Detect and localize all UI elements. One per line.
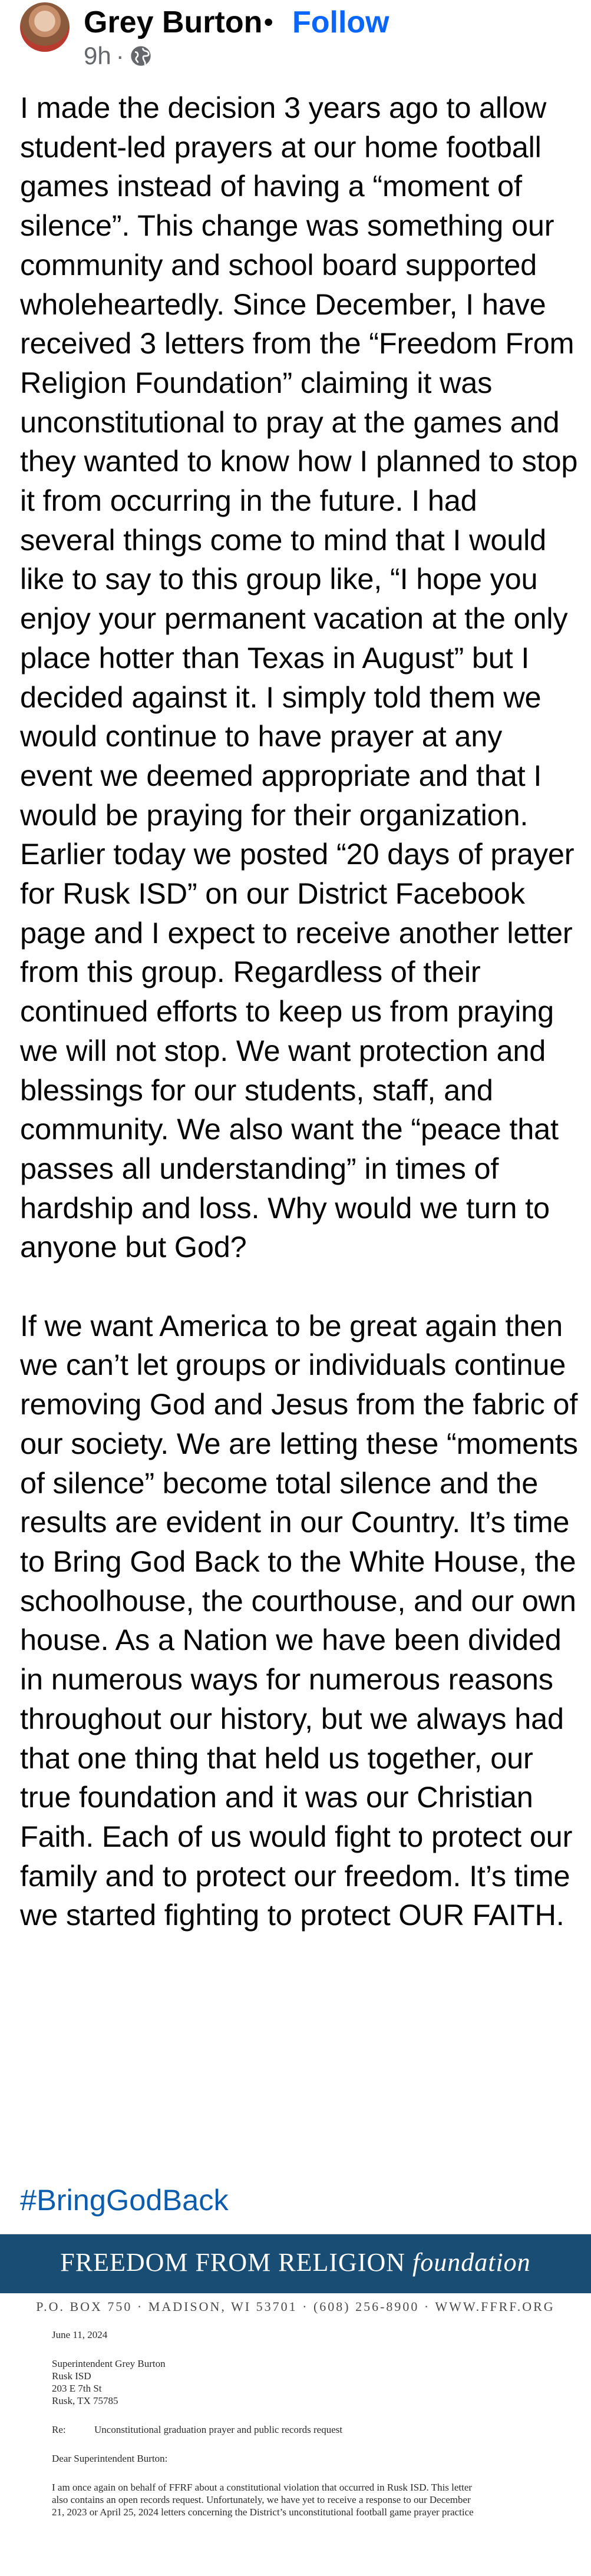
letter-subject: Re: Unconstitutional graduation prayer a… [52, 2423, 570, 2436]
post-text: I made the decision 3 years ago to allow… [20, 88, 580, 1935]
author-name[interactable]: Grey Burton [84, 1, 262, 44]
follow-button[interactable]: Follow [292, 1, 389, 44]
recipient-line: Rusk, TX 75785 [52, 2395, 118, 2406]
recipient-line: 203 E 7th St [52, 2383, 102, 2394]
re-subject: Unconstitutional graduation prayer and p… [94, 2424, 343, 2435]
org-name-italic: foundation [412, 2248, 531, 2277]
globe-icon[interactable] [129, 44, 153, 68]
letter-line: also contains an open records request. U… [52, 2494, 471, 2505]
post-header: Grey Burton • Follow 9h · [0, 0, 591, 88]
post-timestamp[interactable]: 9h [84, 42, 111, 70]
letter-recipient: Superintendent Grey Burton Rusk ISD 203 … [52, 2357, 570, 2407]
letterhead-address: P.O. BOX 750 · MADISON, WI 53701 · (608)… [36, 2299, 555, 2314]
meta-dot: · [115, 42, 124, 70]
post-paragraph-2: If we want America to be great again the… [20, 1308, 578, 1932]
letterhead-title: FREEDOM FROM RELIGION foundation [0, 2246, 591, 2279]
re-label: Re: [52, 2424, 66, 2435]
letter-salutation: Dear Superintendent Burton: [52, 2453, 168, 2464]
separator-dot: • [264, 8, 273, 37]
avatar[interactable] [20, 2, 70, 52]
letter-paragraph: I am once again on behalf of FFRF about … [52, 2481, 570, 2518]
letter-line: 21, 2023 or April 25, 2024 letters conce… [52, 2506, 474, 2518]
recipient-line: Superintendent Grey Burton [52, 2358, 166, 2369]
letter-line: I am once again on behalf of FFRF about … [52, 2482, 473, 2493]
letter-date: June 11, 2024 [52, 2329, 108, 2340]
post-paragraph-1: I made the decision 3 years ago to allow… [20, 91, 578, 1264]
letterhead-band: FREEDOM FROM RELIGION foundation [0, 2234, 591, 2293]
post-meta: 9h · [84, 41, 153, 71]
attached-letter-image[interactable]: FREEDOM FROM RELIGION foundation P.O. BO… [0, 2234, 591, 2576]
letter-body: June 11, 2024 Superintendent Grey Burton… [52, 2329, 570, 2535]
recipient-line: Rusk ISD [52, 2370, 91, 2382]
org-name-caps: FREEDOM FROM RELIGION [60, 2248, 405, 2277]
hashtag-link[interactable]: #BringGodBack [20, 2181, 229, 2220]
